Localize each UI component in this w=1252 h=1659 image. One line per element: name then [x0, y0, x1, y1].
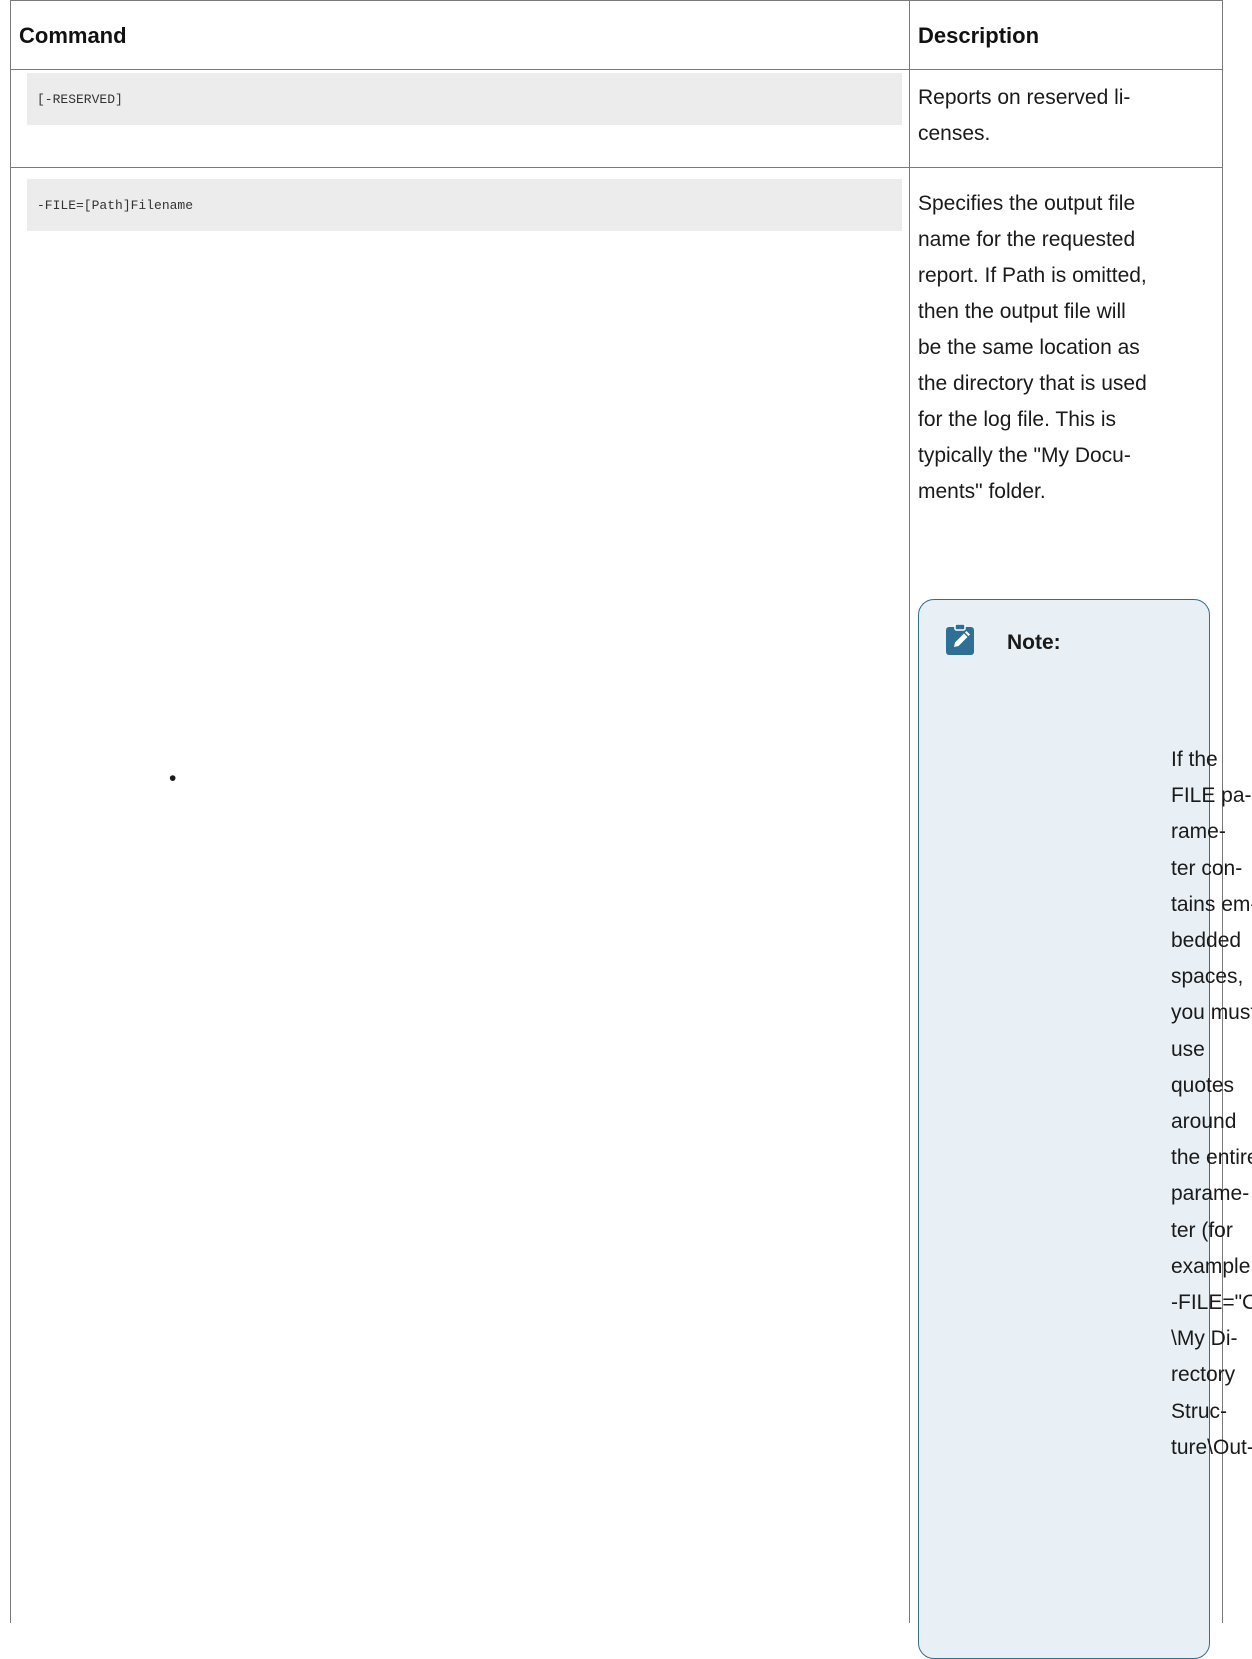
- note-line: quotes: [1171, 1073, 1235, 1097]
- column-divider: [909, 0, 910, 1623]
- note-callout: Note:: [918, 599, 1210, 1659]
- command-code-file: -FILE=[Path]Filename: [27, 179, 902, 231]
- code-text: [-RESERVED]: [37, 91, 123, 107]
- code-text: -FILE=[Path]Filename: [37, 197, 194, 213]
- note-line: ter (for: [1171, 1218, 1233, 1242]
- note-line: example,: [1171, 1254, 1252, 1278]
- note-line: spaces,: [1171, 965, 1244, 989]
- note-line: ter con-: [1171, 856, 1243, 880]
- pencil-note-icon: [946, 624, 974, 655]
- description-line: then the output file will: [918, 300, 1126, 323]
- description-file: Specifies the output file name for the r…: [918, 186, 1210, 510]
- note-line: -FILE="C:: [1171, 1291, 1252, 1315]
- row-divider: [11, 167, 1222, 168]
- table-top-border: [11, 0, 1222, 1]
- description-line: censes.: [918, 122, 991, 145]
- bullet-marker: •: [169, 767, 177, 790]
- description-line: name for the requested: [918, 228, 1136, 251]
- description-line: for the log file. This is: [918, 408, 1117, 431]
- note-line: ture\Out-: [1171, 1435, 1252, 1459]
- note-line: tains em-: [1171, 892, 1252, 916]
- description-line: typically the "My Docu-: [918, 444, 1131, 467]
- command-table: Command Description [-RESERVED] Reports …: [10, 0, 1223, 1659]
- description-line: be the same location as: [918, 336, 1140, 359]
- note-line: parame-: [1171, 1182, 1250, 1206]
- description-column-header: Description: [918, 23, 1040, 48]
- description-line: report. If Path is omitted,: [918, 264, 1147, 287]
- note-line: FILE pa-: [1171, 784, 1252, 808]
- note-line: around: [1171, 1110, 1237, 1134]
- command-column-header: Command: [19, 23, 127, 48]
- note-title: Note:: [1007, 631, 1061, 654]
- header-divider: [11, 69, 1222, 70]
- description-line: Reports on reserved li-: [918, 86, 1131, 109]
- note-line: rectory: [1171, 1363, 1236, 1387]
- description-reserved: Reports on reserved li- censes.: [918, 80, 1210, 152]
- note-line: If the: [1171, 748, 1218, 771]
- description-line: Specifies the output file: [918, 192, 1136, 215]
- note-line: the entire: [1171, 1146, 1252, 1170]
- note-line: Struc-: [1171, 1399, 1228, 1423]
- note-line: you must: [1171, 1001, 1252, 1025]
- description-line: ments" folder.: [918, 480, 1046, 503]
- command-code-reserved: [-RESERVED]: [27, 73, 902, 125]
- note-bullet-text: If the FILE pa- rame- ter con- tains em-…: [1171, 742, 1252, 1466]
- note-line: use: [1171, 1037, 1205, 1061]
- description-line: the directory that is used: [918, 372, 1147, 395]
- note-line: \My Di-: [1171, 1327, 1238, 1351]
- note-line: rame-: [1171, 820, 1226, 844]
- note-line: bedded: [1171, 929, 1242, 953]
